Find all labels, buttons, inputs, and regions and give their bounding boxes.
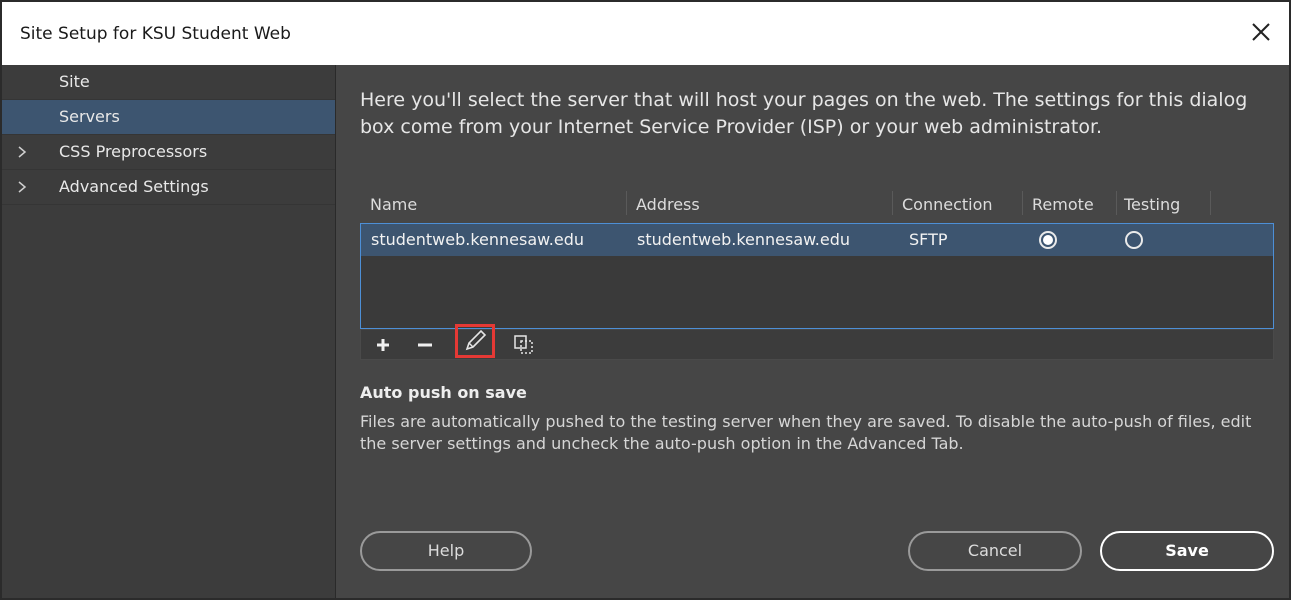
testing-radio[interactable] bbox=[1125, 231, 1143, 249]
title-bar: Site Setup for KSU Student Web bbox=[2, 2, 1289, 65]
column-header-address[interactable]: Address bbox=[636, 195, 700, 214]
dialog-title: Site Setup for KSU Student Web bbox=[20, 24, 291, 44]
column-header-connection[interactable]: Connection bbox=[902, 195, 993, 214]
table-row[interactable]: studentweb.kennesaw.edu studentweb.kenne… bbox=[361, 224, 1273, 256]
sidebar: Site Servers CSS Preprocessors Advanced … bbox=[2, 65, 336, 598]
servers-intro-text: Here you'll select the server that will … bbox=[360, 89, 1248, 138]
column-header-testing[interactable]: Testing bbox=[1124, 195, 1180, 214]
remote-radio[interactable] bbox=[1039, 231, 1057, 249]
pencil-icon bbox=[465, 329, 487, 351]
auto-push-title: Auto push on save bbox=[360, 383, 527, 402]
column-divider bbox=[1022, 191, 1023, 215]
save-button[interactable]: Save bbox=[1100, 531, 1274, 571]
site-setup-dialog: Site Setup for KSU Student Web Site Serv… bbox=[0, 0, 1291, 600]
table-header: Name Address Connection Remote Testing bbox=[360, 189, 1274, 219]
sidebar-item-site[interactable]: Site bbox=[2, 65, 335, 100]
column-divider bbox=[1210, 191, 1211, 215]
column-divider bbox=[892, 191, 893, 215]
auto-push-description: Files are automatically pushed to the te… bbox=[360, 412, 1252, 453]
server-connection-cell: SFTP bbox=[909, 230, 948, 249]
sidebar-item-servers[interactable]: Servers bbox=[2, 100, 335, 135]
sidebar-item-label: CSS Preprocessors bbox=[59, 142, 208, 161]
column-header-name[interactable]: Name bbox=[370, 195, 417, 214]
sidebar-item-label: Servers bbox=[59, 107, 120, 126]
sidebar-item-advanced-settings[interactable]: Advanced Settings bbox=[2, 170, 335, 205]
cancel-button[interactable]: Cancel bbox=[908, 531, 1082, 571]
sidebar-item-label: Advanced Settings bbox=[59, 177, 209, 196]
help-button[interactable]: Help bbox=[360, 531, 532, 571]
duplicate-icon[interactable] bbox=[511, 333, 539, 357]
servers-table: Name Address Connection Remote Testing s… bbox=[360, 189, 1274, 361]
sidebar-item-css-preprocessors[interactable]: CSS Preprocessors bbox=[2, 135, 335, 170]
column-divider bbox=[1116, 191, 1117, 215]
plus-icon[interactable] bbox=[369, 333, 397, 357]
close-icon[interactable] bbox=[1247, 18, 1275, 46]
sidebar-item-label: Site bbox=[59, 72, 90, 91]
table-body: studentweb.kennesaw.edu studentweb.kenne… bbox=[360, 223, 1274, 329]
chevron-right-icon[interactable] bbox=[16, 180, 28, 194]
edit-server-button[interactable] bbox=[455, 324, 495, 358]
column-divider bbox=[626, 191, 627, 215]
server-address-cell: studentweb.kennesaw.edu bbox=[637, 230, 850, 249]
main-panel: Here you'll select the server that will … bbox=[338, 65, 1289, 598]
column-header-remote[interactable]: Remote bbox=[1032, 195, 1094, 214]
server-list-toolbar bbox=[360, 324, 1274, 360]
chevron-right-icon[interactable] bbox=[16, 145, 28, 159]
server-name-cell: studentweb.kennesaw.edu bbox=[371, 230, 584, 249]
minus-icon[interactable] bbox=[411, 333, 439, 357]
